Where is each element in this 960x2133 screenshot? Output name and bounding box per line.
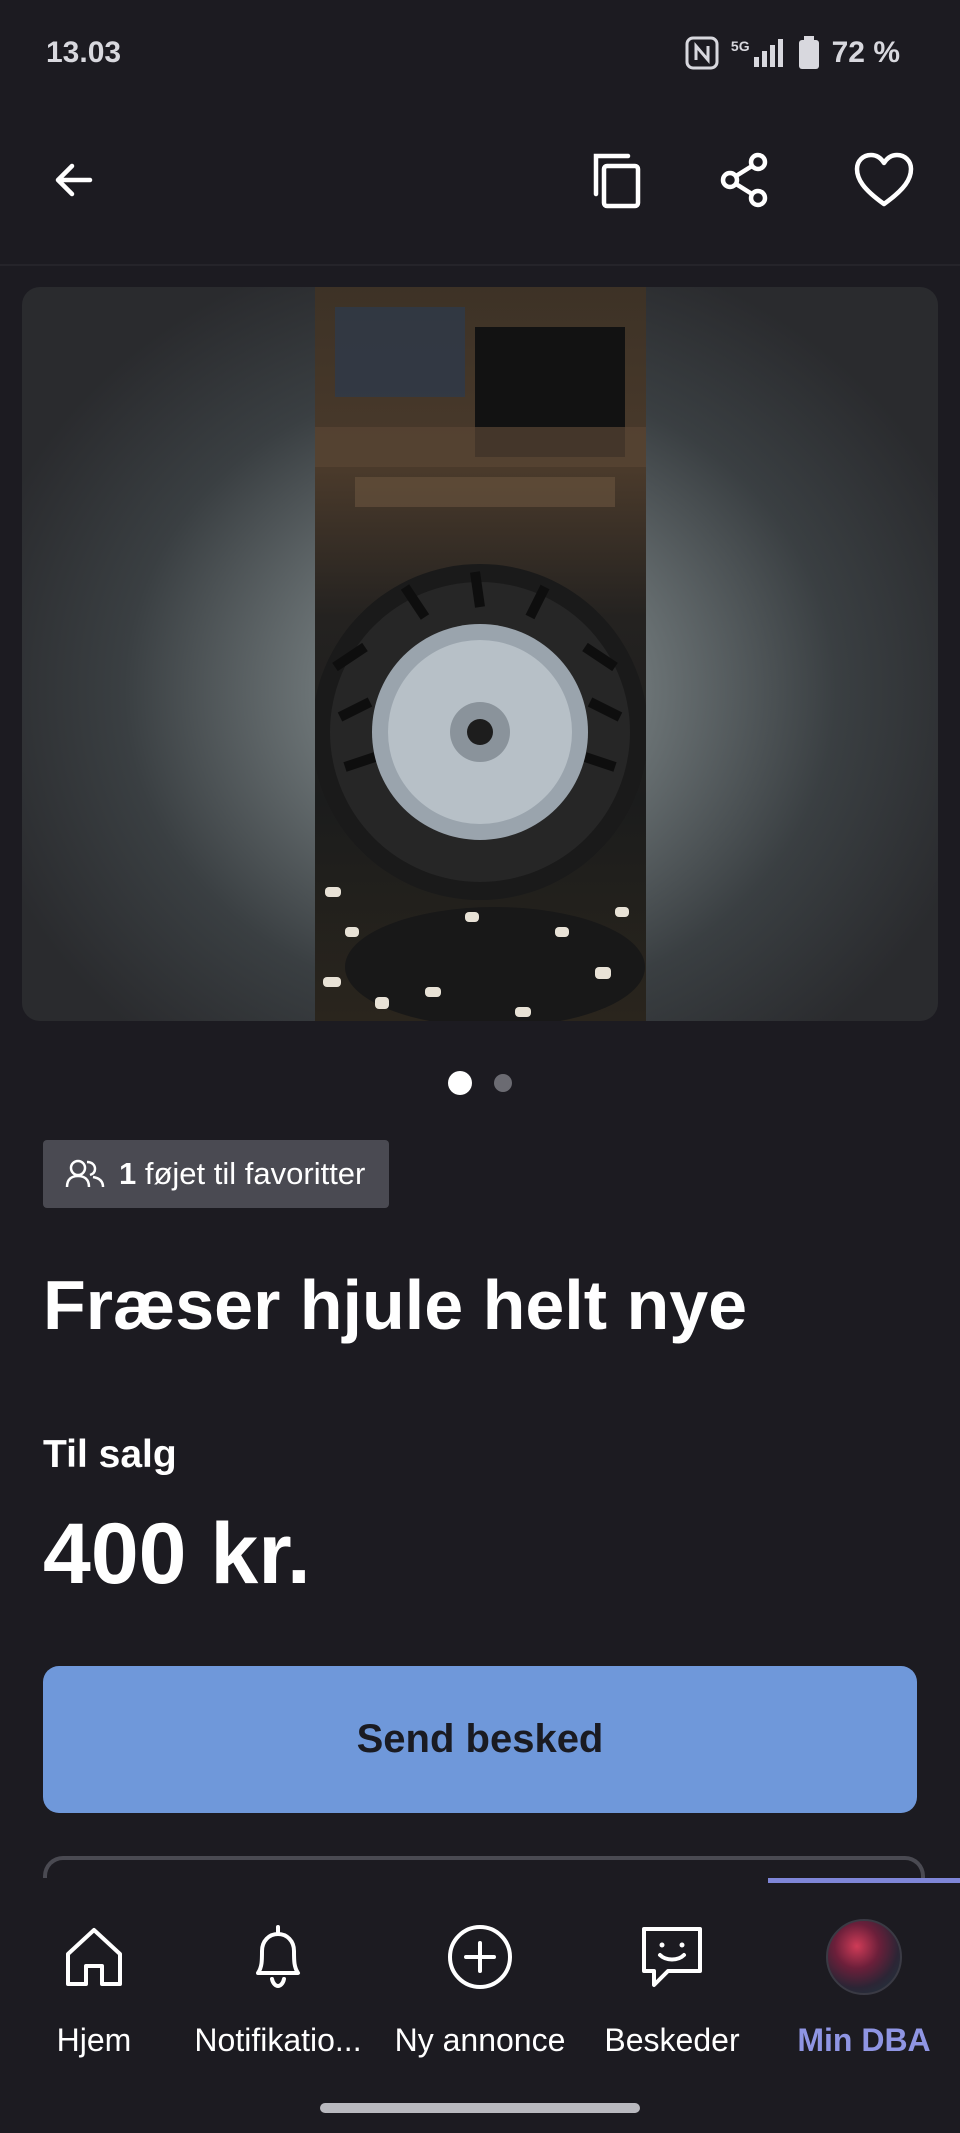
status-bar: 13.03 5G 72 % [0, 0, 960, 110]
pagination-dot [494, 1074, 512, 1092]
listing-price: 400 kr. [43, 1506, 311, 1602]
chat-smile-icon [642, 1927, 702, 1987]
signal-icon [753, 39, 783, 67]
sale-type: Til salg [43, 1433, 177, 1476]
copy-button[interactable] [578, 140, 658, 220]
nav-item-notifications[interactable]: Notifikatio... [182, 1920, 374, 2059]
status-icons: 5G 72 % [685, 36, 900, 70]
nfc-icon [685, 36, 719, 70]
listing-photo[interactable] [312, 287, 648, 1021]
heart-icon [854, 152, 914, 207]
tire-image [312, 307, 648, 1021]
nav-label-min-dba: Min DBA [797, 2022, 931, 2058]
home-indicator[interactable] [320, 2103, 640, 2113]
home-icon [66, 1928, 122, 1986]
arrow-left-icon [55, 163, 93, 197]
divider [0, 264, 960, 266]
status-time: 13.03 [46, 36, 122, 69]
plus-circle-icon [448, 1925, 512, 1989]
listing-title: Fræser hjule helt nye [43, 1266, 748, 1344]
favorites-label: føjet til favoritter [144, 1156, 366, 1191]
nav-item-messages[interactable]: Beskeder [576, 1920, 768, 2059]
gallery-pagination [0, 1071, 960, 1095]
send-message-button[interactable]: Send besked [43, 1666, 917, 1813]
favorites-badge: 1 føjet til favoritter [43, 1140, 390, 1208]
avatar [826, 1919, 902, 1995]
copy-icon [593, 153, 641, 209]
back-button[interactable] [34, 140, 114, 220]
active-tab-indicator [768, 1878, 960, 1883]
image-gallery[interactable] [22, 287, 938, 1021]
bottom-navigation: Hjem Notifikatio... Ny annonce Beskeder … [0, 1878, 960, 2133]
top-app-bar [0, 130, 960, 234]
nav-item-new-listing[interactable]: Ny annonce [384, 1920, 576, 2059]
nav-label-messages: Beskeder [604, 2022, 740, 2058]
battery-percent: 72 % [831, 36, 900, 69]
nav-label-notifications: Notifikatio... [194, 2022, 362, 2058]
favorites-count: 1 [119, 1156, 137, 1191]
nav-label-home: Hjem [56, 2022, 132, 2058]
users-icon [65, 1159, 105, 1188]
nav-label-new-listing: Ny annonce [394, 2022, 566, 2058]
nav-item-min-dba[interactable]: Min DBA [768, 1919, 960, 2059]
network-label: 5G [730, 38, 750, 54]
bell-icon [256, 1925, 300, 1989]
nav-item-home[interactable]: Hjem [0, 1920, 190, 2059]
share-icon [720, 152, 768, 208]
share-button[interactable] [704, 140, 784, 220]
battery-icon [798, 36, 819, 69]
pagination-dot-active [448, 1071, 472, 1095]
favorite-button[interactable] [844, 140, 924, 220]
